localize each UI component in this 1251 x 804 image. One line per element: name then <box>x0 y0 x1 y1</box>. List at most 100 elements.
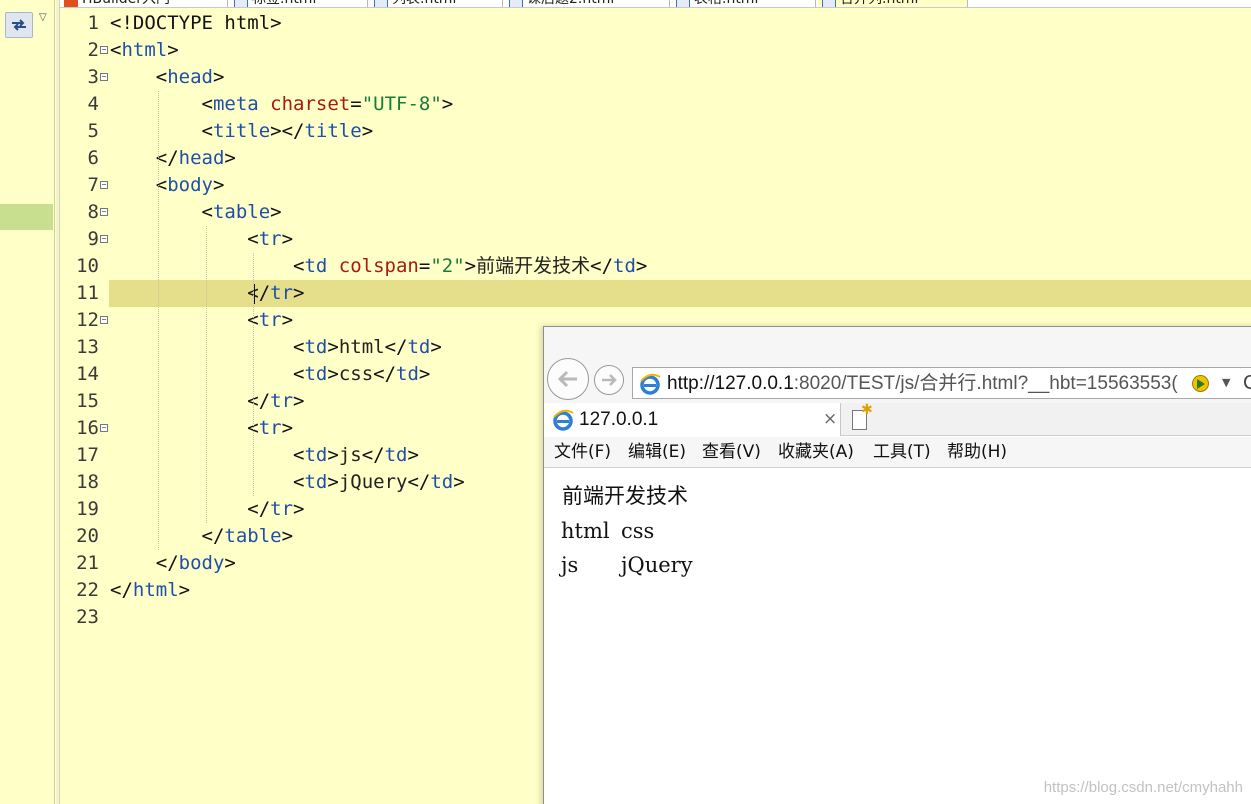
menu-favorites[interactable]: 收藏夹(A) <box>778 437 854 468</box>
editor-tab[interactable]: 表格.html <box>672 0 816 7</box>
ie-favicon-icon <box>639 373 661 399</box>
fold-toggle-icon[interactable]: − <box>100 424 108 432</box>
indent-guide <box>157 91 159 550</box>
html-file-icon <box>234 0 248 7</box>
browser-tab-title: 127.0.0.1 <box>579 409 659 430</box>
menu-help[interactable]: 帮助(H) <box>947 437 1007 468</box>
url-text[interactable]: http://127.0.0.1:8020/TEST/js/合并行.html?_… <box>667 368 1178 399</box>
new-tab-spark-icon: ✱ <box>861 402 873 418</box>
line-number: 3 <box>87 66 99 88</box>
browser-tab-row: 127.0.0.1 × ✱ <box>544 402 1251 436</box>
code-line[interactable]: 1 <!DOCTYPE html> <box>61 10 1251 37</box>
html-file-icon <box>822 0 836 7</box>
html-file-icon <box>509 0 523 7</box>
code-text: </head> <box>110 147 236 169</box>
forward-arrow-icon <box>602 374 617 386</box>
new-tab-button[interactable]: ✱ <box>845 402 877 434</box>
url-path: :8020/TEST/js/合并行.html?__hbt=15563553( <box>793 373 1178 394</box>
line-number: 14 <box>76 363 99 385</box>
code-line[interactable]: 6 </head> <box>61 145 1251 172</box>
editor-tab[interactable]: 课后题2.html <box>505 0 670 7</box>
html-file-icon <box>676 0 690 7</box>
editor-tab[interactable]: 标签.html <box>230 0 368 7</box>
line-number: 20 <box>76 525 99 547</box>
editor-tab-label: 合并列.html <box>840 0 918 7</box>
line-number: 17 <box>76 444 99 466</box>
menu-file[interactable]: 文件(F) <box>554 437 611 468</box>
compat-go-icon[interactable] <box>1192 375 1209 392</box>
address-dropdown-icon[interactable]: ▼ <box>1222 373 1230 393</box>
code-line[interactable]: 8− <table> <box>61 199 1251 226</box>
table-cell: jQuery <box>621 553 693 577</box>
line-number: 8 <box>87 201 99 223</box>
editor-tab-label: 课后题2.html <box>527 0 614 7</box>
editor-tab-strip: HBuilder入门 标签.html 列表.html 课后题2.html 表格.html… <box>60 0 1251 8</box>
line-number: 16 <box>76 417 99 439</box>
fold-toggle-icon[interactable]: − <box>100 46 108 54</box>
code-line[interactable]: 2− <html> <box>61 37 1251 64</box>
code-text: </body> <box>110 552 236 574</box>
line-number: 1 <box>87 12 99 34</box>
hbuilder-icon <box>64 0 78 7</box>
line-number: 2 <box>87 39 99 61</box>
panel-selection-highlight <box>0 204 53 230</box>
table-cell: html <box>561 519 610 543</box>
panel-splitter[interactable] <box>56 0 60 804</box>
code-text: <html> <box>110 39 179 61</box>
menu-view[interactable]: 查看(V) <box>702 437 761 468</box>
code-text: <head> <box>110 66 225 88</box>
code-text: </table> <box>110 525 294 547</box>
code-line[interactable]: 10 <td colspan="2">前端开发技术</td> <box>61 253 1251 280</box>
ie-favicon-icon <box>552 409 574 435</box>
line-number: 12 <box>76 309 99 331</box>
line-number: 10 <box>76 255 99 277</box>
editor-tab[interactable]: 合并列.html <box>818 0 968 7</box>
editor-tab-label: 标签.html <box>252 0 316 7</box>
code-line[interactable]: 5 <title></title> <box>61 118 1251 145</box>
code-line[interactable]: 4 <meta charset="UTF-8"> <box>61 91 1251 118</box>
code-text: </tr> <box>110 282 305 304</box>
line-number: 7 <box>87 174 99 196</box>
code-text: <td>jQuery</td> <box>110 471 465 493</box>
code-text: <tr> <box>110 228 294 250</box>
rendered-page: 前端开发技术 html css js jQuery <box>544 469 1251 804</box>
editor-tab-label: 表格.html <box>694 0 758 7</box>
line-number: 22 <box>76 579 99 601</box>
code-text: <td>js</td> <box>110 444 419 466</box>
refresh-icon[interactable]: C <box>1243 368 1251 399</box>
menu-tools[interactable]: 工具(T) <box>873 437 931 468</box>
code-line[interactable]: 3− <head> <box>61 64 1251 91</box>
editor-tab[interactable]: HBuilder入门 <box>60 0 228 7</box>
back-arrow-icon <box>557 370 577 388</box>
browser-window: http://127.0.0.1:8020/TEST/js/合并行.html?_… <box>543 326 1251 804</box>
fold-toggle-icon[interactable]: − <box>100 208 108 216</box>
back-button[interactable] <box>547 358 589 400</box>
fold-toggle-icon[interactable]: − <box>100 316 108 324</box>
merged-table-cell: 前端开发技术 <box>562 484 688 508</box>
menu-edit[interactable]: 编辑(E) <box>628 437 686 468</box>
code-text: </html> <box>110 579 191 601</box>
code-text: <tr> <box>110 417 294 439</box>
line-number: 19 <box>76 498 99 520</box>
code-line[interactable]: 11 </tr> <box>61 280 1251 307</box>
code-text: </tr> <box>110 498 305 520</box>
browser-tab-active[interactable]: 127.0.0.1 × <box>544 403 841 436</box>
fold-toggle-icon[interactable]: − <box>100 235 108 243</box>
table-cell: css <box>621 519 655 543</box>
code-line[interactable]: 9− <tr> <box>61 226 1251 253</box>
forward-button[interactable] <box>594 365 624 395</box>
browser-toolbar: http://127.0.0.1:8020/TEST/js/合并行.html?_… <box>544 327 1251 403</box>
editor-tab-label: 列表.html <box>392 0 456 7</box>
fold-toggle-icon[interactable]: − <box>100 181 108 189</box>
editor-tab[interactable]: 列表.html <box>370 0 503 7</box>
line-number: 21 <box>76 552 99 574</box>
line-number: 13 <box>76 336 99 358</box>
view-menu-chevron-icon[interactable]: ▽ <box>39 12 47 23</box>
code-text: <meta charset="UTF-8"> <box>110 93 454 115</box>
fold-toggle-icon[interactable]: − <box>100 73 108 81</box>
link-with-editor-button[interactable] <box>5 12 33 38</box>
code-line[interactable]: 7− <body> <box>61 172 1251 199</box>
close-tab-icon[interactable]: × <box>823 403 837 436</box>
line-number: 15 <box>76 390 99 412</box>
address-bar[interactable]: http://127.0.0.1:8020/TEST/js/合并行.html?_… <box>632 367 1251 399</box>
